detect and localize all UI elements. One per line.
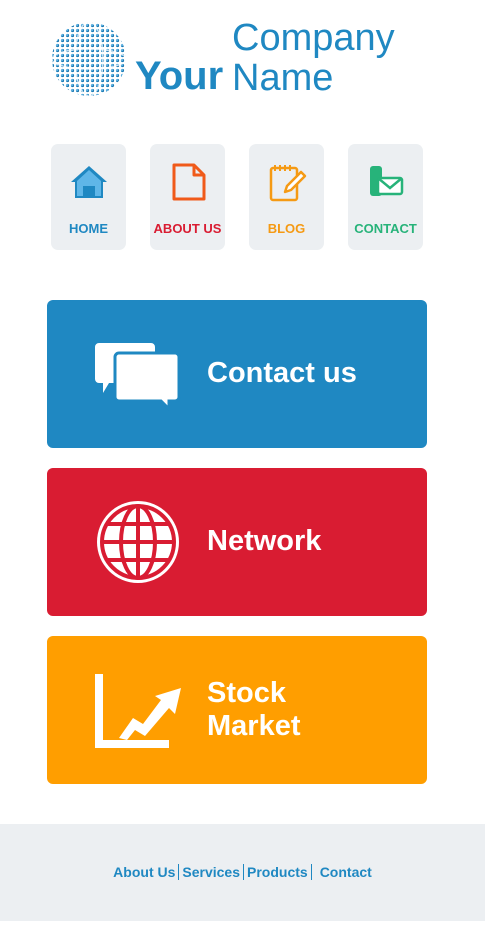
trend-chart-icon [95,674,181,748]
home-icon [71,166,107,198]
logo-company-text: Company Name [232,17,395,99]
logo[interactable]: Your Company Name [50,18,450,108]
footer: About Us Services Products Contact [0,824,485,921]
nav-label-home: HOME [69,221,108,236]
tile-network[interactable]: Network [47,468,427,616]
globe-icon [51,21,127,97]
tile-contact-us[interactable]: Contact us [47,300,427,448]
nav-label-about-us: ABOUT US [153,221,222,236]
main-nav: HOME ABOUT US BLOG CONTACT [51,144,431,250]
footer-links: About Us Services Products Contact [0,864,485,880]
notepad-pencil-icon [269,165,307,202]
tile-label-stock-market: Stock Market [207,677,301,742]
nav-label-blog: BLOG [267,221,306,236]
document-icon [172,163,206,201]
nav-item-blog[interactable]: BLOG [249,144,324,250]
footer-link-about-us[interactable]: About Us [110,864,178,880]
nav-item-home[interactable]: HOME [51,144,126,250]
chat-bubbles-icon [95,343,181,411]
phone-mail-icon [370,166,404,196]
footer-link-products[interactable]: Products [244,864,311,880]
globe-grid-icon [97,501,179,583]
nav-item-contact[interactable]: CONTACT [348,144,423,250]
nav-label-contact: CONTACT [354,221,417,236]
footer-link-contact[interactable]: Contact [312,864,375,880]
nav-item-about-us[interactable]: ABOUT US [150,144,225,250]
logo-word-your: Your [135,54,224,98]
tile-label-contact-us: Contact us [207,357,357,389]
tile-stock-market[interactable]: Stock Market [47,636,427,784]
footer-link-services[interactable]: Services [179,864,243,880]
logo-company-name: Company Name [232,18,432,98]
tile-label-network: Network [207,525,322,557]
